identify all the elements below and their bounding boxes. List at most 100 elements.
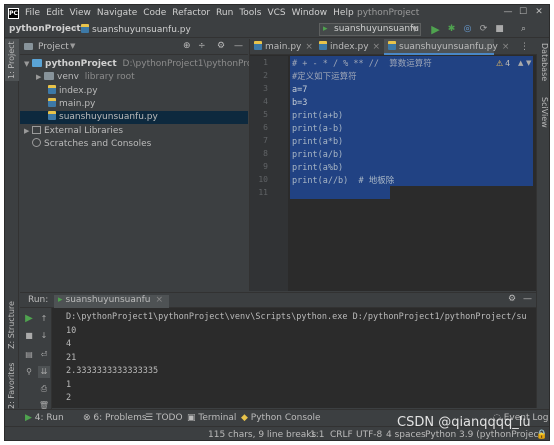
chevron-up-icon[interactable]: ▲ — [518, 59, 523, 67]
structure-tool-label[interactable]: Z: Structure — [7, 301, 16, 349]
project-panel: Project ▼ ⊕ ÷ ⚙ — ▼ pythonProject D:\pyth… — [20, 39, 269, 291]
locate-file-icon[interactable]: ⊕ — [183, 41, 191, 51]
python-file-icon — [48, 85, 56, 94]
arrow-down-icon[interactable]: ↓ — [38, 330, 50, 342]
tab-list-icon[interactable]: ⋮ — [520, 42, 529, 52]
rerun-icon[interactable]: ▶ — [23, 313, 35, 325]
chevron-down-icon: ▼ — [412, 25, 418, 33]
status-caret-position[interactable]: 1:1 — [310, 430, 324, 440]
soft-wrap-icon[interactable]: ⏎ — [38, 349, 50, 361]
maximize-icon[interactable]: ☐ — [517, 7, 529, 18]
close-icon[interactable]: × — [502, 42, 510, 52]
chevron-right-icon: ▶ — [24, 127, 30, 135]
code-line: print(a/b) — [292, 150, 344, 160]
debug-icon[interactable]: ✱ — [445, 23, 458, 36]
gear-icon[interactable]: ⚙ — [508, 294, 516, 304]
python-run-config-icon: ▸ — [323, 24, 328, 34]
tab-suanshuyunsuanfu-py[interactable]: suanshuyunsuanfu.py × — [384, 39, 509, 55]
menu-item[interactable]: Edit — [46, 8, 63, 18]
status-encoding[interactable]: UTF-8 — [356, 430, 382, 440]
menu-item[interactable]: Help — [333, 8, 354, 18]
console-line: 21 — [66, 352, 77, 363]
sciview-tool-label[interactable]: SciView — [540, 97, 549, 128]
stop-icon[interactable]: ■ — [493, 23, 506, 36]
run-configuration-select[interactable]: ▸ suanshuyunsuanfu ▼ — [319, 23, 421, 36]
tool-python-console[interactable]: ◆ Python Console — [241, 413, 321, 423]
menu-item[interactable]: Navigate — [97, 8, 137, 18]
project-panel-header: Project ▼ ⊕ ÷ ⚙ — — [20, 39, 248, 55]
hide-panel-icon[interactable]: — — [523, 294, 532, 304]
right-tool-stripe: Database SciView — [536, 39, 549, 408]
coverage-icon[interactable]: ◎ — [461, 23, 474, 36]
menu-item[interactable]: Run — [216, 8, 233, 18]
python-file-icon — [319, 41, 327, 50]
project-panel-title[interactable]: Project — [38, 42, 69, 52]
tool-todo[interactable]: ☰ TODO — [145, 413, 183, 423]
close-icon[interactable]: ✕ — [533, 7, 545, 18]
warning-icon[interactable]: ⚠ 4 — [496, 59, 510, 68]
tool-terminal[interactable]: ▣ Terminal — [187, 413, 236, 423]
favorites-tool-label[interactable]: 2: Favorites — [7, 363, 16, 409]
run-icon: ▶ — [25, 413, 32, 423]
problems-icon: ⊗ — [83, 413, 91, 423]
tab-main-py[interactable]: main.py × — [250, 39, 314, 55]
tree-item-scratches[interactable]: Scratches and Consoles — [20, 138, 248, 151]
status-line-separator[interactable]: CRLF — [330, 430, 353, 440]
project-tool-label[interactable]: 1: Project — [7, 41, 16, 79]
breadcrumb-file[interactable]: suanshuyunsuanfu.py — [81, 24, 191, 35]
tree-item-project-root[interactable]: ▼ pythonProject D:\pythonProject1\pythonP… — [20, 58, 269, 71]
python-file-icon — [388, 41, 396, 50]
print-icon[interactable]: ⎙ — [38, 383, 50, 395]
chevron-down-icon: ▼ — [24, 60, 30, 68]
tree-item-label: venv — [57, 72, 79, 82]
tree-item-external-libraries[interactable]: ▶ External Libraries — [20, 125, 248, 138]
minimize-icon[interactable]: — — [502, 7, 514, 18]
status-indent[interactable]: 4 spaces — [386, 430, 426, 440]
console-line: D:\pythonProject1\pythonProject\venv\Scr… — [66, 312, 527, 322]
menu-item[interactable]: File — [25, 8, 40, 18]
tree-item-suanshuyunsuanfu-py[interactable]: suanshuyunsuanfu.py — [20, 111, 248, 124]
layout-icon[interactable]: ▤ — [23, 349, 35, 361]
tool-run[interactable]: ▶ 4: Run — [25, 413, 64, 423]
database-tool-label[interactable]: Database — [540, 43, 549, 81]
breadcrumb-separator-icon: › — [73, 24, 77, 34]
profile-icon[interactable]: ⟳ — [477, 23, 490, 36]
menu-item[interactable]: Tools — [239, 8, 261, 18]
pycharm-window: PC File Edit View Navigate Code Refactor Run To… — [4, 4, 550, 441]
menu-item[interactable]: Refactor — [172, 8, 210, 18]
hide-panel-icon[interactable]: — — [234, 41, 243, 51]
code-line: a=7 — [292, 85, 308, 95]
gear-icon[interactable]: ⚙ — [217, 41, 225, 51]
lock-icon[interactable]: 🔒 — [536, 430, 547, 440]
stop-icon[interactable]: ■ — [23, 330, 35, 342]
tool-problems[interactable]: ⊗ 6: Problems — [83, 413, 147, 423]
pin-icon[interactable]: ⚲ — [23, 366, 35, 378]
tree-item-index-py[interactable]: index.py — [20, 85, 248, 98]
close-icon[interactable]: × — [373, 42, 381, 52]
code-editor: main.py × index.py × suanshuyunsuanfu.py × … — [249, 39, 537, 291]
breadcrumb-project[interactable]: pythonProject — [9, 24, 81, 34]
code-line: print(a%b) — [292, 163, 344, 173]
menu-item[interactable]: Code — [143, 8, 166, 18]
menu-item[interactable]: View — [70, 8, 91, 18]
collapse-all-icon[interactable]: ÷ — [198, 41, 206, 51]
line-number: 10 — [258, 175, 268, 184]
status-interpreter[interactable]: Python 3.9 (pythonProject) — [425, 430, 546, 440]
close-icon[interactable]: × — [155, 295, 163, 305]
python-file-icon — [48, 98, 56, 107]
menu-item[interactable]: Window — [292, 8, 328, 18]
tree-item-venv[interactable]: ▶ venv library root — [20, 71, 248, 84]
line-number: 9 — [263, 162, 268, 171]
tab-index-py[interactable]: index.py × — [315, 39, 383, 55]
arrow-up-icon[interactable]: ↑ — [38, 313, 50, 325]
tree-item-main-py[interactable]: main.py — [20, 98, 248, 111]
chevron-down-icon[interactable]: ▼ — [526, 59, 531, 67]
run-icon[interactable]: ▶ — [429, 23, 442, 36]
chevron-down-icon[interactable]: ▼ — [70, 42, 75, 50]
run-tab[interactable]: ▸ suanshuyunsuanfu × — [54, 295, 170, 308]
scroll-to-end-icon[interactable]: ⇊ — [38, 366, 50, 378]
menu-item[interactable]: VCS — [267, 8, 285, 18]
close-icon[interactable]: × — [305, 42, 313, 52]
search-icon[interactable]: ⌕ — [517, 23, 530, 36]
code-area[interactable]: ⚠ 4 ▲ ▼ # + - * / % ** // 算数运算符 #定义如下运算符 a=… — [290, 56, 535, 291]
